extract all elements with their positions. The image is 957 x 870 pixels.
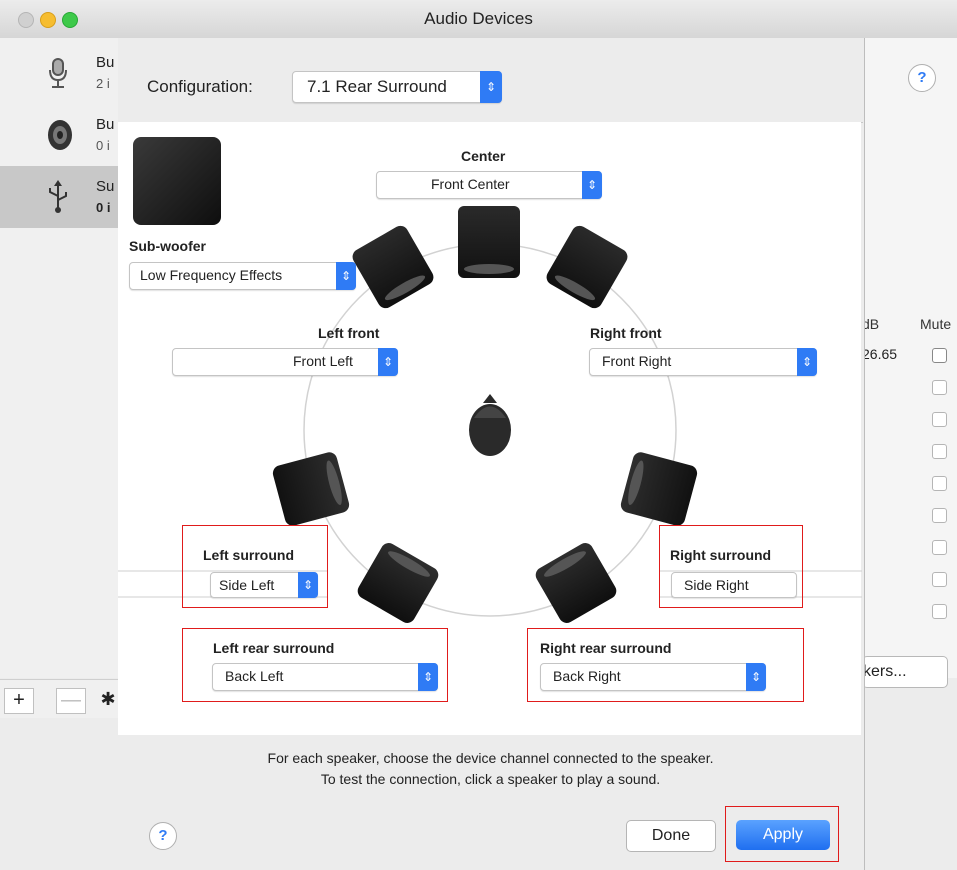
speaker-cone-icon	[464, 264, 514, 274]
subwoofer-channel-value: Low Frequency Effects	[140, 267, 283, 283]
center-channel-value: Front Center	[431, 176, 510, 192]
chevron-updown-icon: ⇕	[336, 262, 356, 290]
highlight-box	[182, 525, 328, 608]
chevron-updown-icon: ⇕	[378, 348, 398, 376]
instruction-text: For each speaker, choose the device chan…	[267, 750, 714, 766]
subwoofer-channel-popup[interactable]: Low Frequency Effects ⇕	[129, 262, 356, 290]
subwoofer-speaker[interactable]	[133, 137, 221, 225]
left-front-channel-value: Front Left	[293, 353, 353, 369]
highlight-box	[659, 525, 803, 608]
help-button[interactable]: ?	[149, 822, 177, 850]
apply-button[interactable]: Apply	[736, 820, 830, 850]
chevron-updown-icon: ⇕	[582, 171, 602, 199]
speaker-layout-diagram	[118, 243, 862, 617]
right-front-label: Right front	[590, 325, 662, 341]
right-front-channel-value: Front Right	[602, 353, 672, 369]
center-speaker[interactable]	[458, 206, 520, 278]
center-label: Center	[461, 148, 506, 164]
done-button[interactable]: Done	[626, 820, 716, 852]
left-front-channel-popup[interactable]: Front Left ⇕	[172, 348, 398, 376]
subwoofer-label: Sub-woofer	[129, 238, 206, 254]
instruction-text: To test the connection, click a speaker …	[320, 771, 661, 787]
highlight-box	[527, 628, 804, 702]
center-channel-popup[interactable]: Front Center ⇕	[376, 171, 602, 199]
chevron-updown-icon: ⇕	[797, 348, 817, 376]
right-front-channel-popup[interactable]: Front Right ⇕	[589, 348, 817, 376]
left-front-label: Left front	[318, 325, 380, 341]
listener-icon	[469, 394, 511, 456]
highlight-box	[182, 628, 448, 702]
